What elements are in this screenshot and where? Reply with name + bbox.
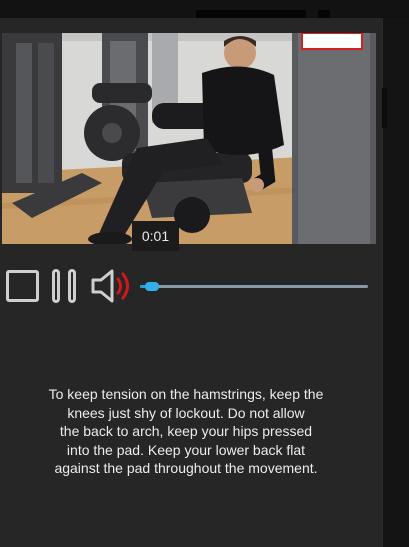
seek-bar[interactable] [140, 282, 368, 292]
pause-icon [52, 269, 60, 303]
stop-button[interactable] [6, 270, 39, 302]
seek-track [140, 285, 368, 288]
seek-thumb[interactable] [145, 282, 160, 291]
pause-icon [68, 269, 76, 303]
top-bar-background [0, 0, 409, 18]
edge-tick [382, 88, 387, 128]
time-tooltip: 0:01 [132, 221, 179, 251]
volume-icon [91, 269, 129, 303]
top-bar-shape [318, 10, 330, 18]
exercise-instructions: To keep tension on the hamstrings, keep … [48, 386, 324, 476]
page-scroll-edge [382, 18, 409, 547]
top-bar-shape [196, 10, 306, 18]
exercise-video[interactable] [2, 33, 376, 244]
video-frame [2, 33, 376, 244]
pause-button[interactable] [52, 269, 78, 303]
video-controls [0, 262, 382, 308]
volume-button[interactable] [90, 268, 134, 304]
